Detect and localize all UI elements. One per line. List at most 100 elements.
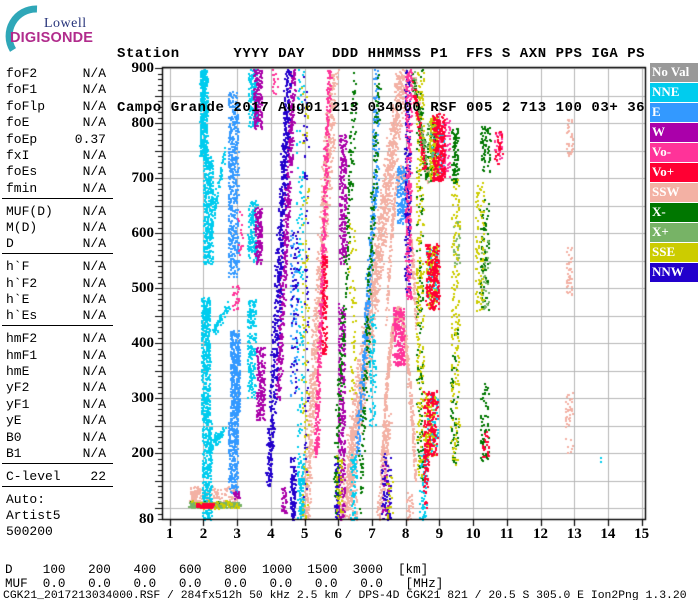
param-label: foEs bbox=[6, 164, 38, 180]
param-row: yE N/A bbox=[6, 413, 106, 428]
header-field-values: Campo Grande 2017 Aug01 213 034000 RSF 0… bbox=[117, 100, 646, 116]
param-label: hmF1 bbox=[6, 347, 38, 363]
x-axis-tick-label: 6 bbox=[334, 526, 343, 542]
param-value: N/A bbox=[82, 446, 106, 461]
legend-item-nnw: NNW bbox=[650, 263, 698, 282]
param-value: N/A bbox=[82, 66, 106, 81]
y-axis-tick-label: 80 bbox=[139, 511, 154, 527]
param-label: h`E bbox=[6, 292, 30, 307]
param-label: Auto: bbox=[6, 491, 46, 507]
legend-item-nne: NNE bbox=[650, 83, 698, 102]
distance-scale-row: D 100 200 400 600 800 1000 1500 3000 [km… bbox=[5, 563, 429, 577]
y-axis-tick-label: 700 bbox=[131, 170, 155, 186]
panel-divider bbox=[2, 462, 113, 464]
panel-divider bbox=[2, 197, 113, 199]
param-label: h`Es bbox=[6, 308, 38, 324]
param-row: fmin N/A bbox=[6, 181, 106, 196]
param-label: B0 bbox=[6, 429, 22, 445]
param-row: 500200 bbox=[6, 524, 106, 539]
legend-item-vo+: Vo+ bbox=[650, 163, 698, 182]
param-value: N/A bbox=[82, 115, 106, 131]
param-value: N/A bbox=[82, 82, 106, 98]
x-axis-tick-label: 8 bbox=[401, 526, 410, 542]
param-row: foEs N/A bbox=[6, 164, 106, 179]
x-axis-tick-label: 13 bbox=[566, 526, 582, 542]
panel-divider bbox=[2, 325, 113, 327]
status-line: CGK21_2017213034000.RSF / 284fx512h 50 k… bbox=[3, 590, 687, 600]
param-row: h`E N/A bbox=[6, 292, 106, 307]
param-label: fxI bbox=[6, 148, 30, 163]
param-label: yF2 bbox=[6, 380, 30, 396]
y-axis-tick-label: 300 bbox=[131, 390, 155, 406]
param-row: Auto: bbox=[6, 492, 106, 507]
x-axis-tick-label: 9 bbox=[435, 526, 444, 542]
param-row: M(D) N/A bbox=[6, 220, 106, 235]
x-axis-tick-label: 3 bbox=[233, 526, 241, 542]
y-axis-tick-label: 500 bbox=[131, 280, 155, 296]
param-value: N/A bbox=[82, 275, 106, 291]
param-label: hmF2 bbox=[6, 331, 38, 347]
param-row: C-level 22 bbox=[6, 469, 106, 484]
param-value: N/A bbox=[82, 164, 106, 180]
param-label: C-level bbox=[6, 468, 61, 484]
param-value: N/A bbox=[82, 148, 106, 163]
param-label: foE bbox=[6, 115, 30, 131]
param-row: hmF2 N/A bbox=[6, 331, 106, 346]
param-label: Artist5 bbox=[6, 508, 61, 523]
param-row: yF1 N/A bbox=[6, 397, 106, 412]
param-row: foEp 0.37 bbox=[6, 132, 106, 147]
header-field-names: Station YYYY DAY DDD HHMMSS P1 FFS S AXN… bbox=[117, 46, 646, 62]
x-axis-tick-label: 10 bbox=[465, 526, 481, 542]
legend-item-e: E bbox=[650, 103, 698, 122]
param-row: fxI N/A bbox=[6, 148, 106, 163]
param-value: N/A bbox=[82, 98, 106, 114]
param-value: N/A bbox=[82, 220, 106, 235]
param-value: N/A bbox=[82, 331, 106, 347]
legend-item-ssw: SSW bbox=[650, 183, 698, 202]
x-axis-tick-label: 2 bbox=[199, 526, 208, 542]
param-row: B1 N/A bbox=[6, 446, 106, 461]
param-row: h`Es N/A bbox=[6, 308, 106, 323]
param-row: foF2 N/A bbox=[6, 66, 106, 81]
x-axis-tick-label: 4 bbox=[267, 526, 275, 542]
param-row: Artist5 bbox=[6, 508, 106, 523]
param-value: N/A bbox=[82, 203, 106, 219]
param-value: N/A bbox=[82, 429, 106, 445]
param-row: MUF(D) N/A bbox=[6, 204, 106, 219]
param-label: foF1 bbox=[6, 82, 38, 98]
x-axis-tick-label: 1 bbox=[165, 526, 174, 542]
param-row: B0 N/A bbox=[6, 430, 106, 445]
legend-item-vo-: Vo- bbox=[650, 143, 698, 162]
param-label: MUF(D) bbox=[6, 203, 53, 219]
legend-item-sse: SSE bbox=[650, 243, 698, 262]
param-row: foF1 N/A bbox=[6, 82, 106, 97]
header-block: Station YYYY DAY DDD HHMMSS P1 FFS S AXN… bbox=[117, 9, 645, 153]
param-label: foEp bbox=[6, 131, 38, 147]
y-axis-tick-label: 800 bbox=[131, 115, 155, 131]
param-value: N/A bbox=[82, 364, 106, 379]
param-value: N/A bbox=[82, 308, 106, 324]
param-label: D bbox=[6, 236, 14, 252]
legend-item-noval: No Val bbox=[650, 63, 698, 82]
x-axis-tick-label: 7 bbox=[368, 526, 376, 542]
param-label: h`F2 bbox=[6, 275, 38, 291]
param-value: N/A bbox=[82, 347, 106, 363]
param-value: N/A bbox=[82, 413, 106, 429]
param-label: foF2 bbox=[6, 66, 38, 81]
panel-divider bbox=[2, 485, 113, 487]
param-label: yF1 bbox=[6, 396, 30, 412]
param-label: hmE bbox=[6, 364, 30, 379]
panel-divider bbox=[2, 253, 113, 255]
y-axis-tick-label: 400 bbox=[131, 335, 155, 351]
x-axis-tick-label: 15 bbox=[634, 526, 650, 542]
legend-item-w: W bbox=[650, 123, 698, 142]
legend-item-x-: X- bbox=[650, 203, 698, 222]
x-axis-tick-label: 12 bbox=[533, 526, 548, 542]
param-label: M(D) bbox=[6, 220, 38, 235]
param-row: h`F2 N/A bbox=[6, 276, 106, 291]
parameter-readout-panel: foF2 N/A foF1 N/A foFlp N/A foE N/A foEp 0.37 fxI N… bbox=[2, 0, 114, 560]
param-row: yF2 N/A bbox=[6, 380, 106, 395]
param-row: D N/A bbox=[6, 236, 106, 251]
param-value: N/A bbox=[82, 236, 106, 252]
legend-item-x+: X+ bbox=[650, 223, 698, 242]
